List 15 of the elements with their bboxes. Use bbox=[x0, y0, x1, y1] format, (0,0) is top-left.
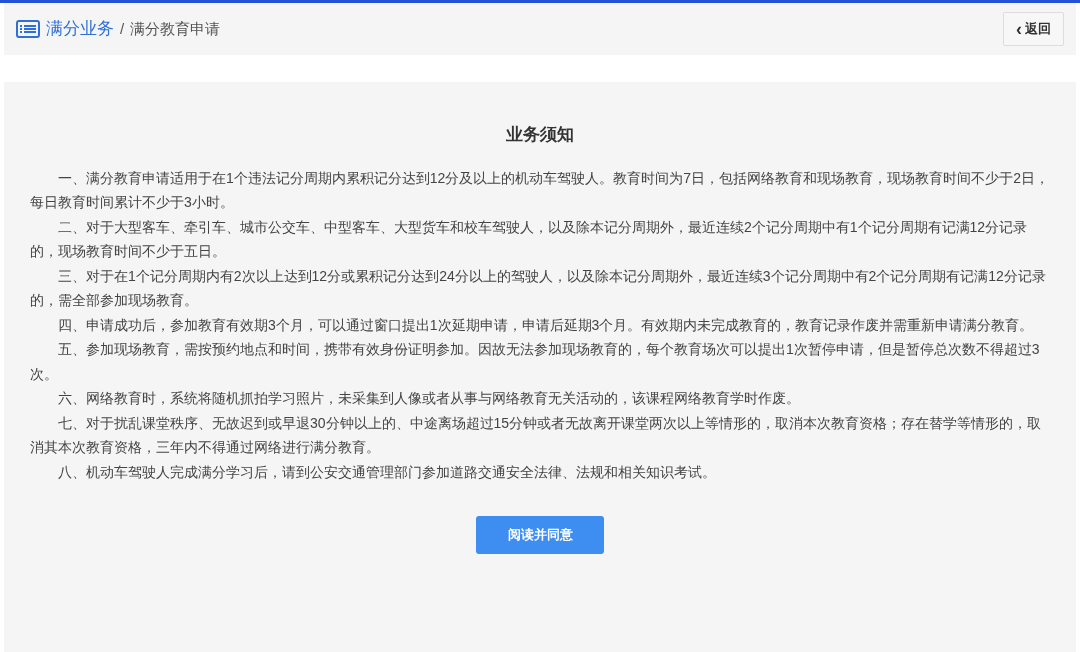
notice-title: 业务须知 bbox=[505, 124, 575, 146]
list-icon bbox=[16, 20, 40, 38]
agree-button[interactable]: 阅读并同意 bbox=[476, 516, 604, 554]
notice-paragraph: 一、满分教育申请适用于在1个违法记分周期内累积记分达到12分及以上的机动车驾驶人。教育时间为7日，包括网络教育和现场教育，现场教育时间不少于2日，每日教育时间累计不少于3小时。 bbox=[30, 168, 1050, 212]
notice-paragraph: 三、对于在1个记分周期内有2次以上达到12分或累积记分达到24分以上的驾驶人，以及除本记分周期外，最近连续3个记分周期中有2个记分周期有记满12分记录的，需全部参加现场教育。 bbox=[30, 266, 1047, 310]
notice-paragraph: 七、对于扰乱课堂秩序、无故迟到或早退30分钟以上的、中途离场超过15分钟或者无故离开课堂两次以上等情形的，取消本次教育资格；存在替学等情形的，取消其本次教育资格，三年内不得通过网络进行满分教育。 bbox=[30, 413, 1043, 457]
breadcrumb-separator: / bbox=[120, 18, 125, 39]
breadcrumb-link[interactable]: 满分业务 bbox=[46, 16, 114, 42]
notice-paragraph: 四、申请成功后，参加教育有效期3个月，可以通过窗口提出1次延期申请，申请后延期3个月。有效期内未完成教育的，教育记录作废并需重新申请满分教育。 bbox=[57, 315, 1035, 335]
back-button[interactable]: ‹ 返回 bbox=[1003, 12, 1064, 46]
notice-paragraph: 六、网络教育时，系统将随机抓拍学习照片，未采集到人像或者从事与网络教育无关活动的，该课程网络教育学时作废。 bbox=[57, 389, 801, 408]
notice-paragraph: 八、机动车驾驶人完成满分学习后，请到公安交通管理部门参加道路交通安全法律、法规和相关知识考试。 bbox=[57, 462, 717, 482]
notice-paragraph: 五、参加现场教育，需按预约地点和时间，携带有效身份证明参加。因故无法参加现场教育的，每个教育场次可以提出1次暂停申请，但是暂停总次数不得超过3次。 bbox=[30, 340, 1041, 384]
breadcrumb-current: 满分教育申请 bbox=[130, 18, 221, 39]
notice-paragraph: 二、对于大型客车、牵引车、城市公交车、中型客车、大型货车和校车驾驶人，以及除本记分周期外，最近连续2个记分周期中有1个记分周期有记满12分记录的，现场教育时间不少于五日。 bbox=[30, 217, 1029, 261]
